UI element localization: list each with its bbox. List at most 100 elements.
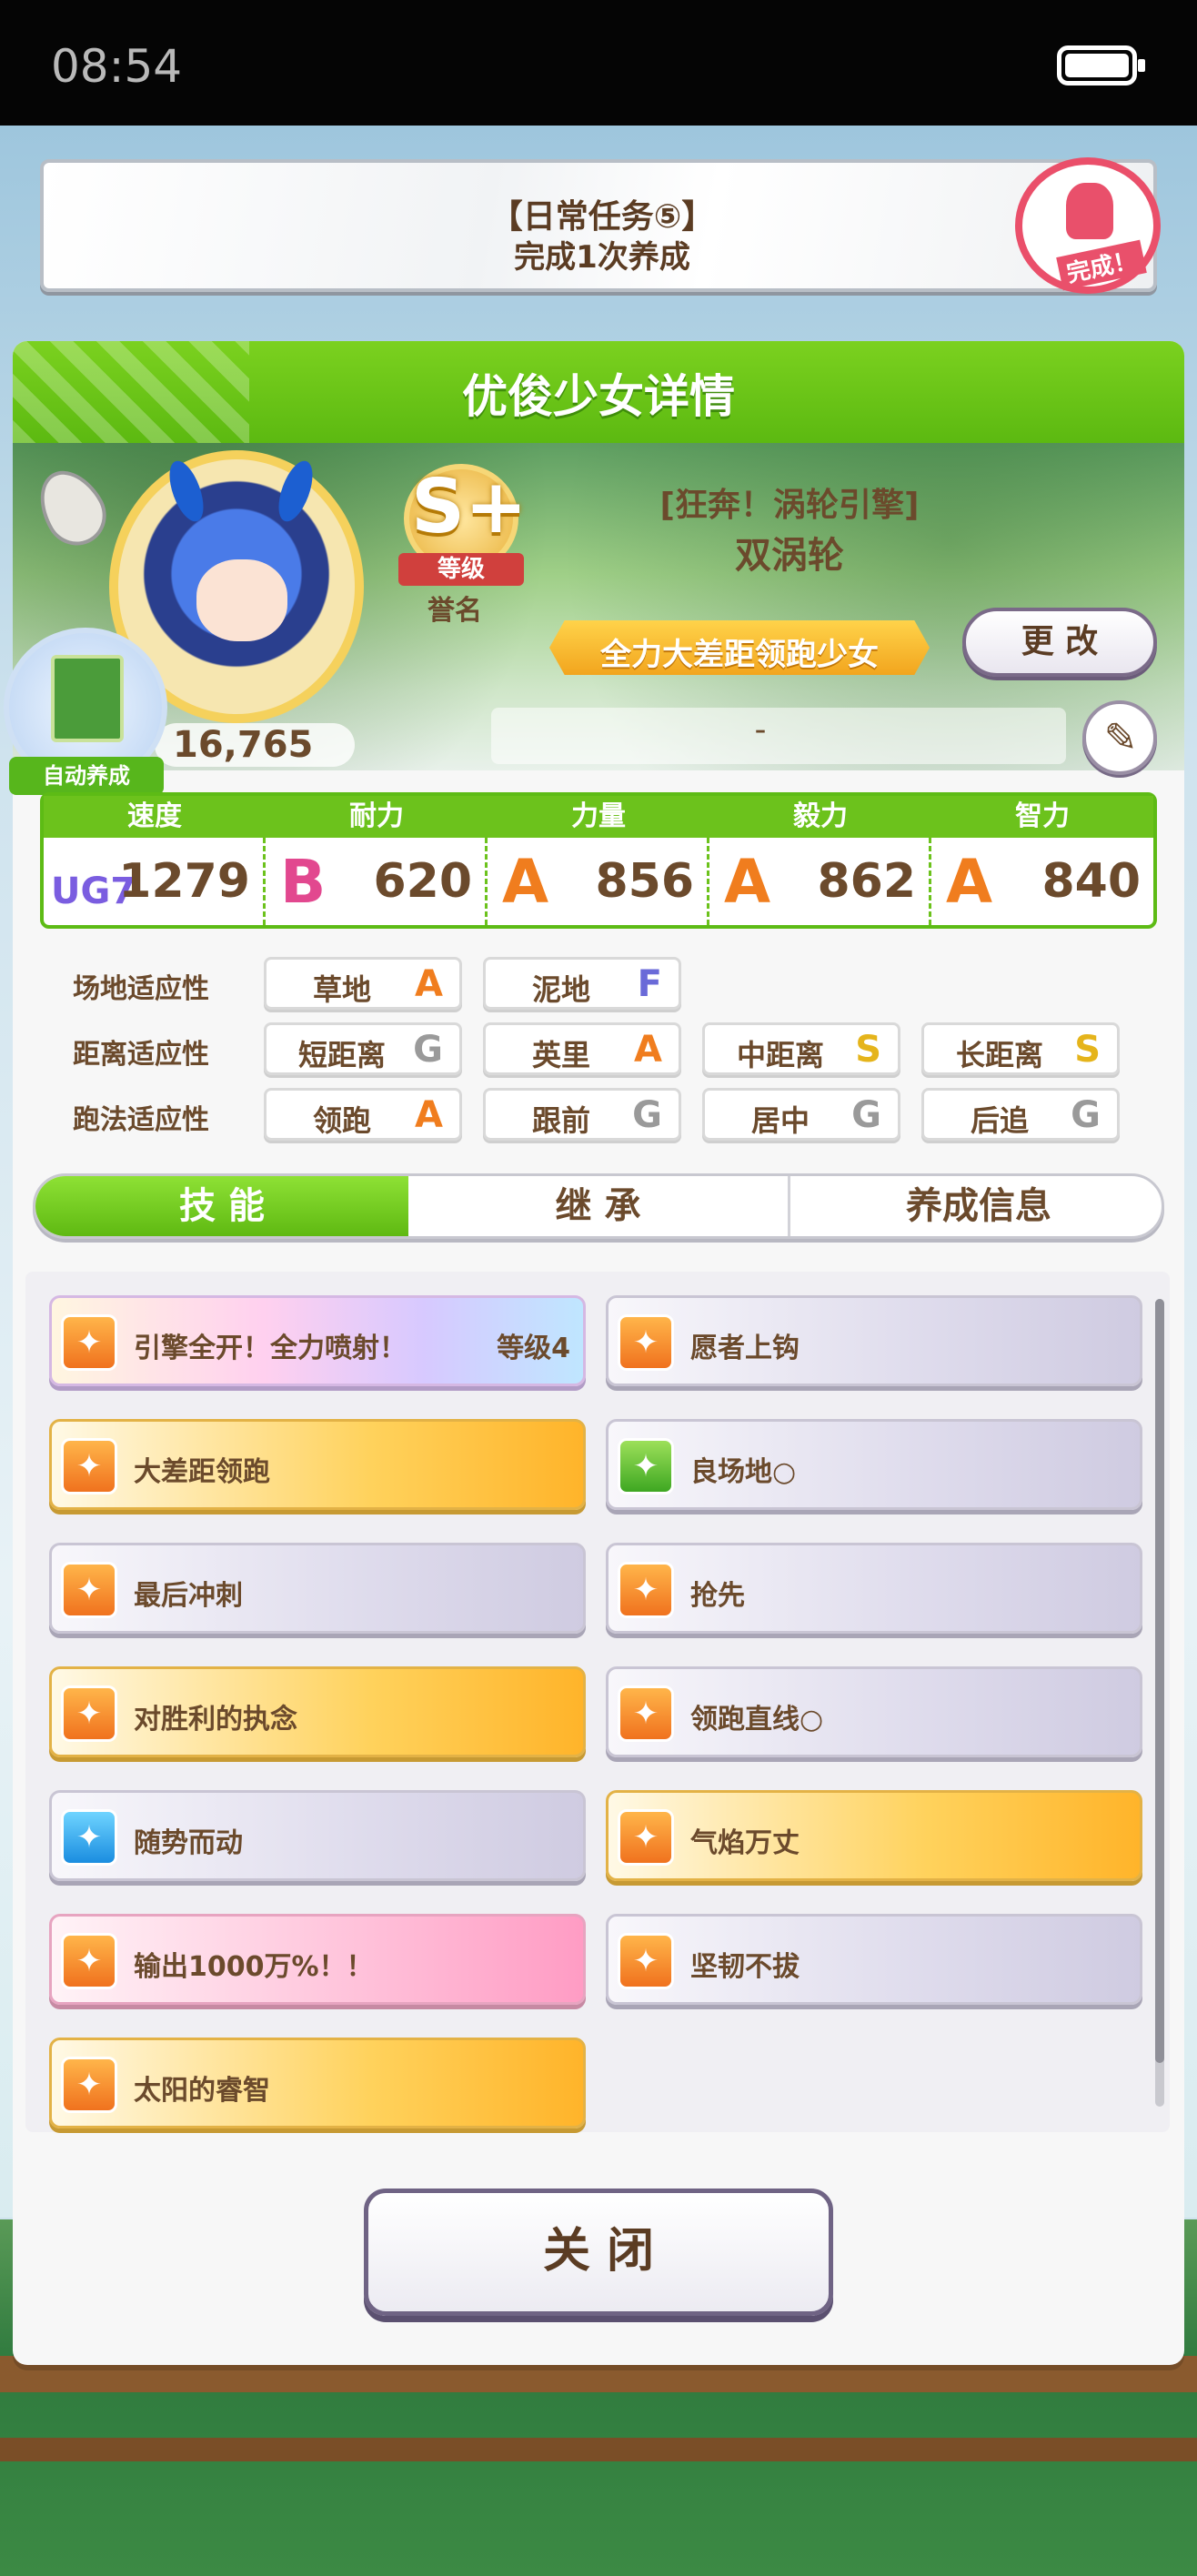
- skill-item[interactable]: ✦ 输出1000万%！！: [49, 1914, 586, 2005]
- aptitude-label: 跑法适应性: [73, 1104, 209, 1136]
- stat-value: 856: [595, 854, 694, 909]
- aptitude-label: 距离适应性: [73, 1039, 209, 1071]
- battery-icon: [1057, 45, 1145, 86]
- skill-flame-icon: ✦: [61, 1933, 117, 1989]
- aptitude-grade: S: [855, 1029, 881, 1071]
- skill-name: 愿者上钩: [690, 1333, 800, 1364]
- change-title-button[interactable]: 更 改: [962, 608, 1157, 677]
- aptitude-item: 长距离 S: [921, 1022, 1120, 1075]
- skill-name: 引擎全开！全力喷射！: [134, 1333, 407, 1364]
- character-title: 全力大差距领跑少女: [600, 637, 879, 673]
- aptitude-name: 长距离: [955, 1038, 1043, 1072]
- aptitude-item: 跟前 G: [483, 1088, 681, 1141]
- tab-bar: 技 能 继 承 养成信息: [33, 1173, 1164, 1239]
- skill-item[interactable]: ✦ 良场地○: [606, 1419, 1142, 1510]
- aptitude-item: 居中 G: [702, 1088, 900, 1141]
- aptitude-name: 草地: [312, 972, 371, 1007]
- aptitude-item: 草地 A: [264, 957, 462, 1010]
- skill-flame-icon: ✦: [618, 1685, 674, 1742]
- aptitude-name: 后追: [970, 1103, 1029, 1138]
- complete-stamp-icon: 完成！: [1015, 157, 1161, 294]
- skill-name: 领跑直线○: [690, 1704, 824, 1736]
- skill-item[interactable]: ✦ 坚韧不拔: [606, 1914, 1142, 2005]
- skill-name: 良场地○: [690, 1456, 797, 1488]
- stat-grade: B: [280, 847, 327, 917]
- aptitude-name: 泥地: [531, 972, 590, 1007]
- skill-strength-icon: ✦: [618, 1438, 674, 1494]
- tab-training-info[interactable]: 养成信息: [790, 1176, 1162, 1236]
- skill-item[interactable]: ✦ 最后冲刺: [49, 1543, 586, 1634]
- aptitude-name: 领跑: [312, 1103, 371, 1138]
- auto-training-label: 自动养成: [9, 757, 164, 795]
- stat-value: 1279: [118, 854, 250, 909]
- aptitude-grade: F: [637, 963, 662, 1005]
- skill-name: 最后冲刺: [134, 1580, 243, 1612]
- edit-memo-button[interactable]: ✎: [1082, 700, 1157, 775]
- aptitude-grade: A: [415, 1094, 443, 1136]
- skill-sparkle-icon: ✦: [61, 1809, 117, 1866]
- quest-title: 【日常任务⑤】: [489, 198, 715, 236]
- stat-header: 智力: [931, 796, 1153, 838]
- skill-item[interactable]: ✦ 引擎全开！全力喷射！ 等级4: [49, 1295, 586, 1386]
- close-button[interactable]: 关 闭: [364, 2189, 833, 2316]
- skill-flame-icon: ✦: [61, 1685, 117, 1742]
- page-title: 优俊少女详情: [462, 370, 735, 423]
- skill-item[interactable]: ✦ 随势而动: [49, 1790, 586, 1881]
- skill-flame-icon: ✦: [618, 1809, 674, 1866]
- skill-flame-icon: ✦: [61, 1314, 117, 1371]
- aptitude-label: 场地适应性: [73, 973, 209, 1005]
- stat-grade: A: [724, 847, 771, 917]
- skill-flame-icon: ✦: [618, 1562, 674, 1618]
- skill-item[interactable]: ✦ 对胜利的执念: [49, 1666, 586, 1757]
- stat-header: 力量: [488, 796, 709, 838]
- aptitude-name: 居中: [750, 1103, 810, 1138]
- skill-name: 输出1000万%！！: [134, 1951, 374, 1983]
- tab-inheritance[interactable]: 继 承: [408, 1176, 790, 1236]
- aptitude-item: 泥地 F: [483, 957, 681, 1010]
- daily-quest-banner[interactable]: 【日常任务⑤】 完成1次养成 完成！: [40, 157, 1161, 294]
- skill-flame-icon: ✦: [61, 1438, 117, 1494]
- aptitude-grade: G: [413, 1029, 443, 1071]
- skill-name: 太阳的睿智: [134, 2075, 270, 2107]
- background-fence-lower: [0, 2438, 1197, 2461]
- skill-item[interactable]: ✦ 气焰万丈: [606, 1790, 1142, 1881]
- stat-grade: A: [502, 847, 549, 917]
- skill-flame-icon: ✦: [61, 1562, 117, 1618]
- fan-count: 16,765: [173, 724, 314, 766]
- book-icon: [51, 655, 124, 742]
- rank-letter: S+: [411, 464, 528, 550]
- aptitude-grade: A: [415, 963, 443, 1005]
- title-label: 誉名: [428, 595, 482, 627]
- aptitude-grade: A: [634, 1029, 662, 1071]
- scrollbar-thumb[interactable]: [1155, 1299, 1164, 2063]
- skill-item[interactable]: ✦ 愿者上钩: [606, 1295, 1142, 1386]
- stat-header: 速度: [44, 796, 266, 838]
- skill-name: 坚韧不拔: [690, 1951, 800, 1983]
- stat-value: 840: [1041, 854, 1141, 909]
- aptitude-name: 跟前: [531, 1103, 590, 1138]
- stat-cell: A 856: [488, 838, 709, 925]
- stat-cell: UG7 1279: [44, 838, 266, 925]
- aptitude-item: 英里 A: [483, 1022, 681, 1075]
- aptitude-name: 短距离: [297, 1038, 386, 1072]
- clock: 08:54: [51, 40, 183, 93]
- quest-subtitle: 完成1次养成: [514, 239, 690, 276]
- tab-skills[interactable]: 技 能: [35, 1176, 408, 1236]
- stat-cell: A 840: [931, 838, 1153, 925]
- skill-item[interactable]: ✦ 抢先: [606, 1543, 1142, 1634]
- aptitude-grade: G: [851, 1094, 881, 1136]
- skill-name: 抢先: [690, 1580, 745, 1612]
- skill-name: 大差距领跑: [134, 1456, 270, 1488]
- stat-header: 毅力: [709, 796, 931, 838]
- skill-item[interactable]: ✦ 大差距领跑: [49, 1419, 586, 1510]
- skill-name: 气焰万丈: [690, 1827, 800, 1859]
- skill-level: 等级4: [497, 1333, 570, 1364]
- stamp-text: 完成！: [1056, 239, 1147, 291]
- skill-item[interactable]: ✦ 领跑直线○: [606, 1666, 1142, 1757]
- aptitude-item: 短距离 G: [264, 1022, 462, 1075]
- aptitude-name: 中距离: [736, 1038, 824, 1072]
- skill-item[interactable]: ✦ 太阳的睿智: [49, 2038, 586, 2128]
- stat-cell: A 862: [709, 838, 931, 925]
- stat-value: 862: [817, 854, 916, 909]
- stats-table: 速度 UG7 1279 耐力 B 620 力量 A 856 毅力 A 862 智力 A 840: [40, 792, 1157, 929]
